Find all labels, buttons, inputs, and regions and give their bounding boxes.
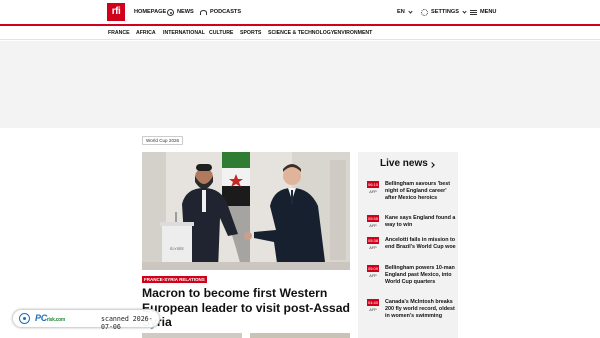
category-sports[interactable]: SPORTS <box>240 30 261 36</box>
category-international[interactable]: INTERNATIONAL <box>163 30 205 36</box>
live-news-time: 05:55 <box>367 215 379 222</box>
gear-icon <box>421 8 428 16</box>
live-news-source: AFP <box>369 308 377 312</box>
ad-placeholder <box>0 41 600 128</box>
live-news-time: 05:38 <box>367 237 379 244</box>
watermark-brand-text: PC <box>35 313 47 323</box>
live-news-headline: Bellingham savours 'best night of Englan… <box>385 181 451 201</box>
headphones-icon <box>200 9 207 15</box>
nav-podcasts-label: PODCASTS <box>210 9 242 15</box>
watermark-scan-text: scanned 2026-07-06 <box>101 315 153 331</box>
live-news-headline: Kane says England found a way to win <box>385 215 456 228</box>
language-selector[interactable]: EN <box>397 0 413 24</box>
hero-image[interactable]: ÉLYSÉE <box>142 152 350 270</box>
chevron-down-icon <box>462 8 467 14</box>
live-news-time: 05:09 <box>367 265 379 272</box>
settings-label: SETTINGS <box>431 9 459 15</box>
watermark-brand-suffix: risk.com <box>46 317 66 323</box>
top-bar: rfi HOMEPAGE NEWS PODCASTS EN SETTINGS M… <box>0 0 600 24</box>
article-thumbnail[interactable] <box>250 333 350 338</box>
hero-photo: ÉLYSÉE <box>142 152 350 270</box>
hero-category-label[interactable]: FRANCE-SYRIA RELATIONS <box>142 276 207 283</box>
live-news-time: 04:40 <box>367 299 379 306</box>
chevron-down-icon <box>408 8 413 14</box>
category-culture[interactable]: CULTURE <box>209 30 233 36</box>
category-science-technology[interactable]: SCIENCE & TECHNOLOGY <box>268 30 334 36</box>
live-news-headline: Bellingham powers 10-man England past Me… <box>385 265 455 285</box>
watermark-badge: PCrisk.com scanned 2026-07-06 <box>12 309 160 331</box>
live-news-title[interactable]: Live news <box>380 158 428 169</box>
hero-headline[interactable]: Macron to become first Western European … <box>142 286 352 330</box>
category-nav: FRANCE AFRICA INTERNATIONAL CULTURE SPOR… <box>0 26 600 40</box>
category-france[interactable]: FRANCE <box>108 30 130 36</box>
magnifier-logo-icon <box>19 313 30 324</box>
rfi-logo[interactable]: rfi <box>107 3 125 21</box>
live-news-headline: Ancelotti fails in mission to end Brazil… <box>385 237 456 250</box>
settings-button[interactable]: SETTINGS <box>421 0 467 24</box>
topic-tag[interactable]: World Cup 2026 <box>142 136 184 145</box>
nav-podcasts[interactable]: PODCASTS <box>200 0 241 24</box>
language-label: EN <box>397 9 405 15</box>
nav-news[interactable]: NEWS <box>167 0 194 24</box>
nav-homepage-label: HOMEPAGE <box>134 9 167 15</box>
category-environment[interactable]: ENVIRONMENT <box>334 30 372 36</box>
podium-text: ÉLYSÉE <box>170 246 184 251</box>
nav-news-label: NEWS <box>177 9 194 15</box>
category-africa[interactable]: AFRICA <box>136 30 156 36</box>
live-news-source: AFP <box>369 246 377 250</box>
live-news-time: 06:10 <box>367 181 379 188</box>
news-icon <box>167 8 174 16</box>
live-news-source: AFP <box>369 190 377 194</box>
watermark-brand: PCrisk.com <box>35 313 65 323</box>
menu-label: MENU <box>480 9 497 15</box>
nav-homepage[interactable]: HOMEPAGE <box>134 0 166 24</box>
article-thumbnail[interactable] <box>142 333 242 338</box>
chevron-right-icon[interactable] <box>429 162 435 168</box>
live-news-headline: Canada's McIntosh breaks 200 fly world r… <box>385 299 455 319</box>
menu-button[interactable]: MENU <box>470 0 496 24</box>
page: { "brand": {"logo_text": "rfi", "accent"… <box>0 0 600 338</box>
live-news-source: AFP <box>369 224 377 228</box>
live-news-panel: Live news 06:10 AFP Bellingham savours '… <box>358 152 458 338</box>
live-news-source: AFP <box>369 274 377 278</box>
hamburger-icon <box>470 9 477 15</box>
